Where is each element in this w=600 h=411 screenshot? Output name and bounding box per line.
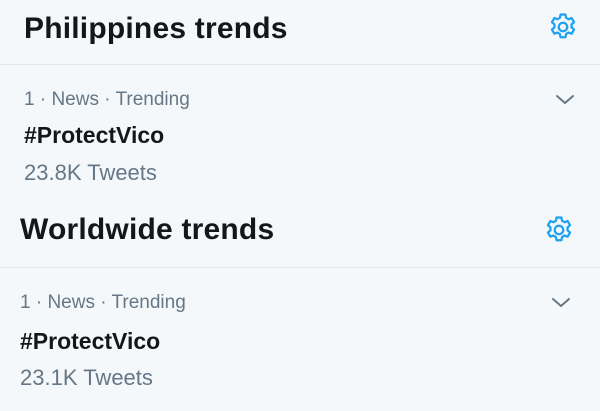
panel-header: Worldwide trends	[0, 201, 600, 268]
panel-header: Philippines trends	[0, 0, 600, 65]
trend-item[interactable]: 1 · News · Trending #ProtectVico 23.8K T…	[0, 65, 600, 201]
tweet-count: 23.1K Tweets	[20, 365, 153, 390]
gear-icon[interactable]	[546, 10, 580, 44]
chevron-down-icon[interactable]	[548, 294, 574, 312]
chevron-down-icon[interactable]	[552, 91, 578, 109]
philippines-trends-panel: Philippines trends 1 · News · Trending #…	[0, 0, 600, 201]
trend-name[interactable]: #ProtectVico	[24, 122, 164, 149]
trend-item[interactable]: 1 · News · Trending #ProtectVico 23.1K T…	[0, 268, 600, 411]
panel-title: Worldwide trends	[20, 213, 275, 246]
trend-name[interactable]: #ProtectVico	[20, 328, 160, 355]
trend-meta: 1 · News · Trending	[24, 89, 190, 110]
tweet-count: 23.8K Tweets	[24, 160, 157, 185]
worldwide-trends-panel: Worldwide trends 1 · News · Trending #Pr…	[0, 201, 600, 411]
trend-meta: 1 · News · Trending	[20, 292, 186, 313]
panel-title: Philippines trends	[24, 12, 288, 45]
gear-icon[interactable]	[542, 213, 576, 247]
